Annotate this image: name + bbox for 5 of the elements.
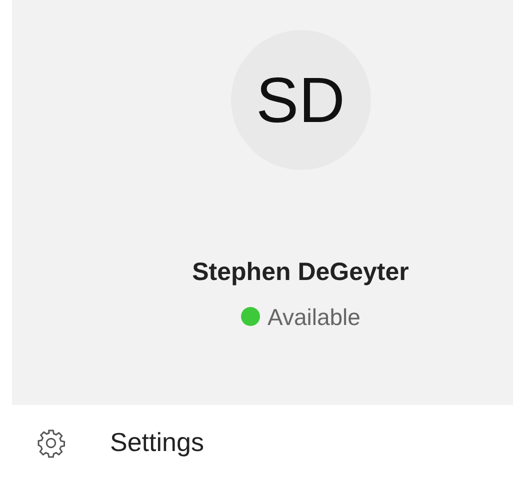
status-label: Available: [268, 302, 360, 332]
settings-icon: [36, 428, 66, 458]
avatar: SD: [230, 30, 370, 170]
settings-menu-item[interactable]: Settings: [110, 423, 204, 462]
user-name: Stephen DeGeyter: [192, 257, 409, 288]
